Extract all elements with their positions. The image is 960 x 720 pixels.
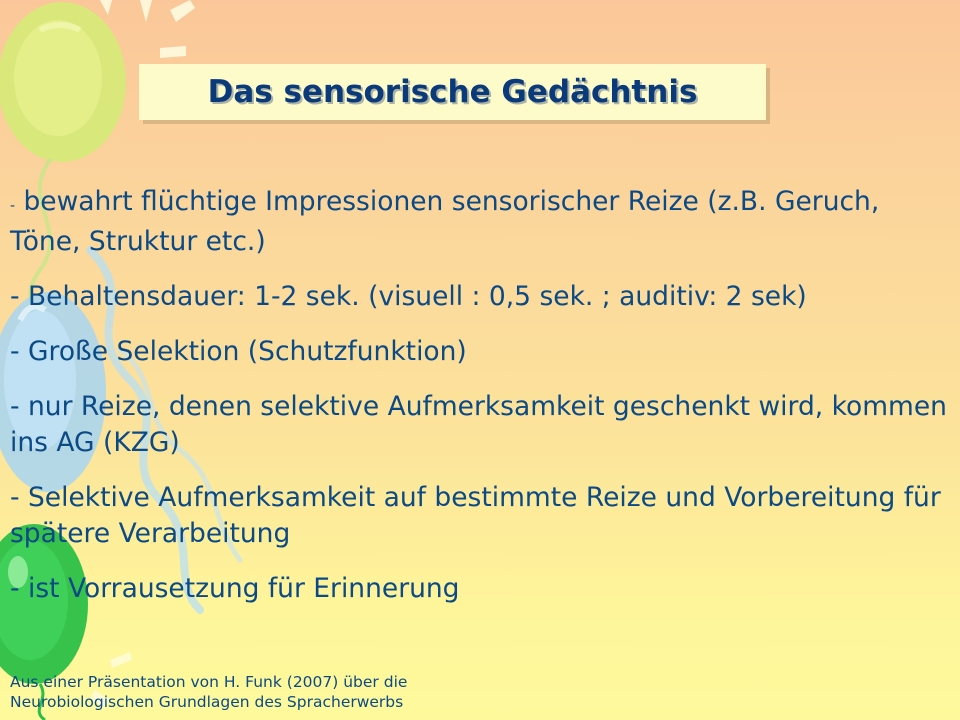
bullet-item: - ist Vorrausetzung für Erinnerung bbox=[10, 571, 955, 607]
starburst-rays bbox=[100, 0, 195, 58]
slide-body: - bewahrt flüchtige Impressionen sensori… bbox=[10, 184, 955, 626]
bullet-item: - bewahrt flüchtige Impressionen sensori… bbox=[10, 184, 955, 260]
bullet-item: - Selektive Aufmerksamkeit auf bestimmte… bbox=[10, 480, 955, 552]
bullet-item: - Große Selektion (Schutzfunktion) bbox=[10, 334, 955, 370]
footnote-line: Neurobiologischen Grundlagen des Sprache… bbox=[10, 693, 404, 711]
slide-title: Das sensorische Gedächtnis bbox=[207, 74, 698, 110]
bullet-text: - ist Vorrausetzung für Erinnerung bbox=[10, 573, 460, 604]
bullet-text: bewahrt flüchtige Impressionen sensorisc… bbox=[10, 186, 880, 257]
source-footnote: Aus einer Präsentation von H. Funk (2007… bbox=[10, 672, 407, 712]
footnote-line: Aus einer Präsentation von H. Funk (2007… bbox=[10, 673, 408, 691]
bullet-item: - Behaltensdauer: 1-2 sek. (visuell : 0,… bbox=[10, 279, 955, 315]
bullet-text: - Selektive Aufmerksamkeit auf bestimmte… bbox=[10, 482, 941, 549]
balloon-yellow-green bbox=[0, 2, 126, 162]
bullet-text: - nur Reize, denen selektive Aufmerksamk… bbox=[10, 391, 947, 458]
bullet-text: - Behaltensdauer: 1-2 sek. (visuell : 0,… bbox=[10, 281, 807, 312]
bullet-item: - nur Reize, denen selektive Aufmerksamk… bbox=[10, 389, 955, 461]
slide-title-box: Das sensorische Gedächtnis bbox=[139, 64, 766, 120]
bullet-text: - Große Selektion (Schutzfunktion) bbox=[10, 336, 467, 367]
